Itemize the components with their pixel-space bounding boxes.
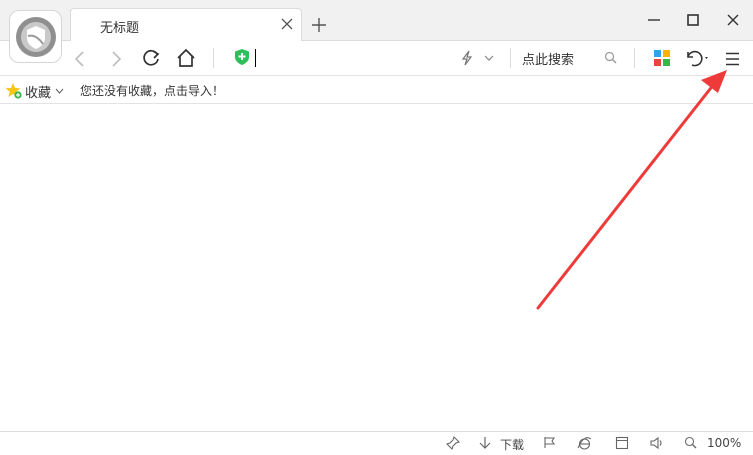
star-icon	[5, 83, 22, 99]
chevron-down-icon[interactable]	[484, 54, 494, 62]
flag-icon[interactable]	[543, 436, 556, 449]
speaker-icon[interactable]	[650, 436, 665, 450]
back-icon[interactable]	[71, 49, 89, 69]
download-icon[interactable]	[479, 436, 491, 450]
download-label[interactable]: 下载	[500, 436, 524, 453]
search-input[interactable]: 点此搜索	[522, 49, 574, 68]
tab-title: 无标题	[100, 21, 140, 36]
toolbar-divider-2	[634, 48, 635, 68]
home-icon[interactable]	[175, 47, 197, 69]
menu-icon[interactable]	[725, 52, 740, 66]
browser-logo[interactable]	[9, 10, 62, 63]
page-content	[0, 104, 753, 431]
navigation-toolbar: 点此搜索	[0, 40, 753, 76]
forward-icon[interactable]	[107, 49, 125, 69]
zoom-icon[interactable]	[684, 436, 697, 449]
ie-icon[interactable]	[577, 436, 592, 451]
window-close-icon[interactable]	[724, 11, 742, 29]
address-bar-input[interactable]	[255, 49, 256, 67]
new-tab-icon[interactable]	[310, 16, 328, 34]
shield-icon[interactable]	[234, 48, 250, 66]
search-icon[interactable]	[604, 51, 617, 64]
maximize-icon[interactable]	[684, 11, 702, 29]
window-icon[interactable]	[615, 436, 629, 450]
reload-icon[interactable]	[141, 48, 161, 68]
apps-icon[interactable]	[654, 50, 670, 66]
tab-active[interactable]: 无标题	[70, 8, 302, 41]
toolbar-divider	[213, 48, 214, 68]
undo-icon[interactable]	[684, 49, 710, 67]
pin-icon[interactable]	[446, 436, 460, 450]
lightning-icon[interactable]	[460, 50, 474, 66]
search-divider	[510, 48, 511, 68]
zoom-level[interactable]: 100%	[707, 436, 741, 450]
browser-logo-icon	[16, 17, 56, 57]
status-bar: 下载 100%	[0, 431, 753, 455]
tab-close-icon[interactable]	[279, 16, 295, 32]
bookmarks-chevron-icon[interactable]	[55, 88, 64, 94]
bookmarks-menu[interactable]: 收藏	[25, 82, 51, 101]
minimize-icon[interactable]	[645, 11, 663, 29]
bookmarks-import-link[interactable]: 您还没有收藏，点击导入！	[80, 82, 224, 99]
bookmarks-bar: 收藏 您还没有收藏，点击导入！	[0, 76, 753, 104]
